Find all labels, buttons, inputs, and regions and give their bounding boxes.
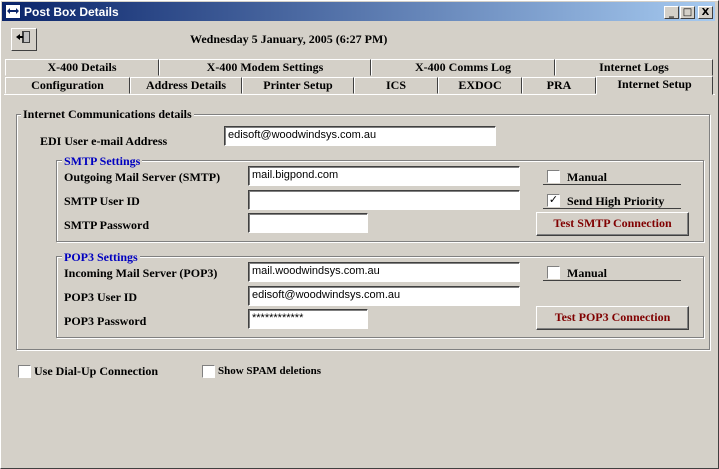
exit-door-button[interactable]: [11, 28, 37, 51]
pop3-server-field[interactable]: mail.woodwindsys.com.au: [248, 262, 520, 282]
pop3-server-label: Incoming Mail Server (POP3): [64, 266, 218, 280]
edi-email-field[interactable]: edisoft@woodwindsys.com.au: [224, 126, 496, 146]
send-high-priority-underline: [543, 208, 681, 209]
tab-configuration[interactable]: Configuration: [5, 77, 130, 94]
dialup-checkbox[interactable]: [18, 365, 31, 378]
smtp-settings-title: SMTP Settings: [62, 154, 143, 169]
smtp-manual-underline: [543, 184, 681, 185]
title-bar: Post Box Details _ □ X: [2, 2, 715, 21]
pop3-manual-label: Manual: [567, 266, 608, 280]
maximize-button[interactable]: □: [680, 6, 695, 19]
app-icon: [5, 4, 21, 19]
smtp-manual-label: Manual: [567, 170, 608, 184]
internet-comms-title: Internet Communications details: [21, 107, 194, 122]
tab-exdoc[interactable]: EXDOC: [438, 77, 522, 94]
tab-printer-setup[interactable]: Printer Setup: [242, 77, 354, 94]
edi-email-label: EDI User e-mail Address: [40, 134, 168, 148]
test-pop3-button[interactable]: Test POP3 Connection: [536, 306, 689, 330]
datetime-label: Wednesday 5 January, 2005 (6:27 PM): [190, 32, 388, 46]
window-title: Post Box Details: [24, 5, 119, 19]
smtp-password-label: SMTP Password: [64, 218, 150, 232]
tab-internet-setup[interactable]: Internet Setup: [596, 76, 713, 95]
test-smtp-button[interactable]: Test SMTP Connection: [536, 212, 689, 236]
spam-checkbox[interactable]: [202, 365, 215, 378]
smtp-user-label: SMTP User ID: [64, 194, 140, 208]
tab-x400-comms-log[interactable]: X-400 Comms Log: [371, 59, 555, 76]
pop3-password-field[interactable]: ************: [248, 309, 368, 329]
pop3-user-label: POP3 User ID: [64, 290, 138, 304]
pop3-user-field[interactable]: edisoft@woodwindsys.com.au: [248, 286, 520, 306]
dialup-label: Use Dial-Up Connection: [34, 364, 159, 378]
tab-address-details[interactable]: Address Details: [130, 77, 242, 94]
smtp-user-field[interactable]: [248, 190, 520, 210]
send-high-priority-checkbox[interactable]: ✓: [547, 194, 560, 207]
smtp-manual-checkbox[interactable]: [547, 170, 560, 183]
pop3-settings-title: POP3 Settings: [62, 250, 140, 265]
exit-door-icon: [16, 31, 30, 43]
pop3-password-label: POP3 Password: [64, 314, 147, 328]
spam-label: Show SPAM deletions: [218, 365, 322, 377]
pop3-manual-underline: [543, 280, 681, 281]
tab-x400-details[interactable]: X-400 Details: [5, 59, 159, 76]
send-high-priority-label: Send High Priority: [567, 194, 665, 208]
tab-pra[interactable]: PRA: [522, 77, 596, 94]
smtp-password-field[interactable]: [248, 213, 368, 233]
smtp-server-label: Outgoing Mail Server (SMTP): [64, 170, 221, 184]
smtp-server-field[interactable]: mail.bigpond.com: [248, 166, 520, 186]
tab-internet-logs[interactable]: Internet Logs: [555, 59, 713, 76]
pop3-manual-checkbox[interactable]: [547, 266, 560, 279]
minimize-button[interactable]: _: [664, 6, 679, 19]
close-button[interactable]: X: [698, 6, 713, 19]
tab-ics[interactable]: ICS: [354, 77, 438, 94]
tab-x400-modem-settings[interactable]: X-400 Modem Settings: [159, 59, 371, 76]
